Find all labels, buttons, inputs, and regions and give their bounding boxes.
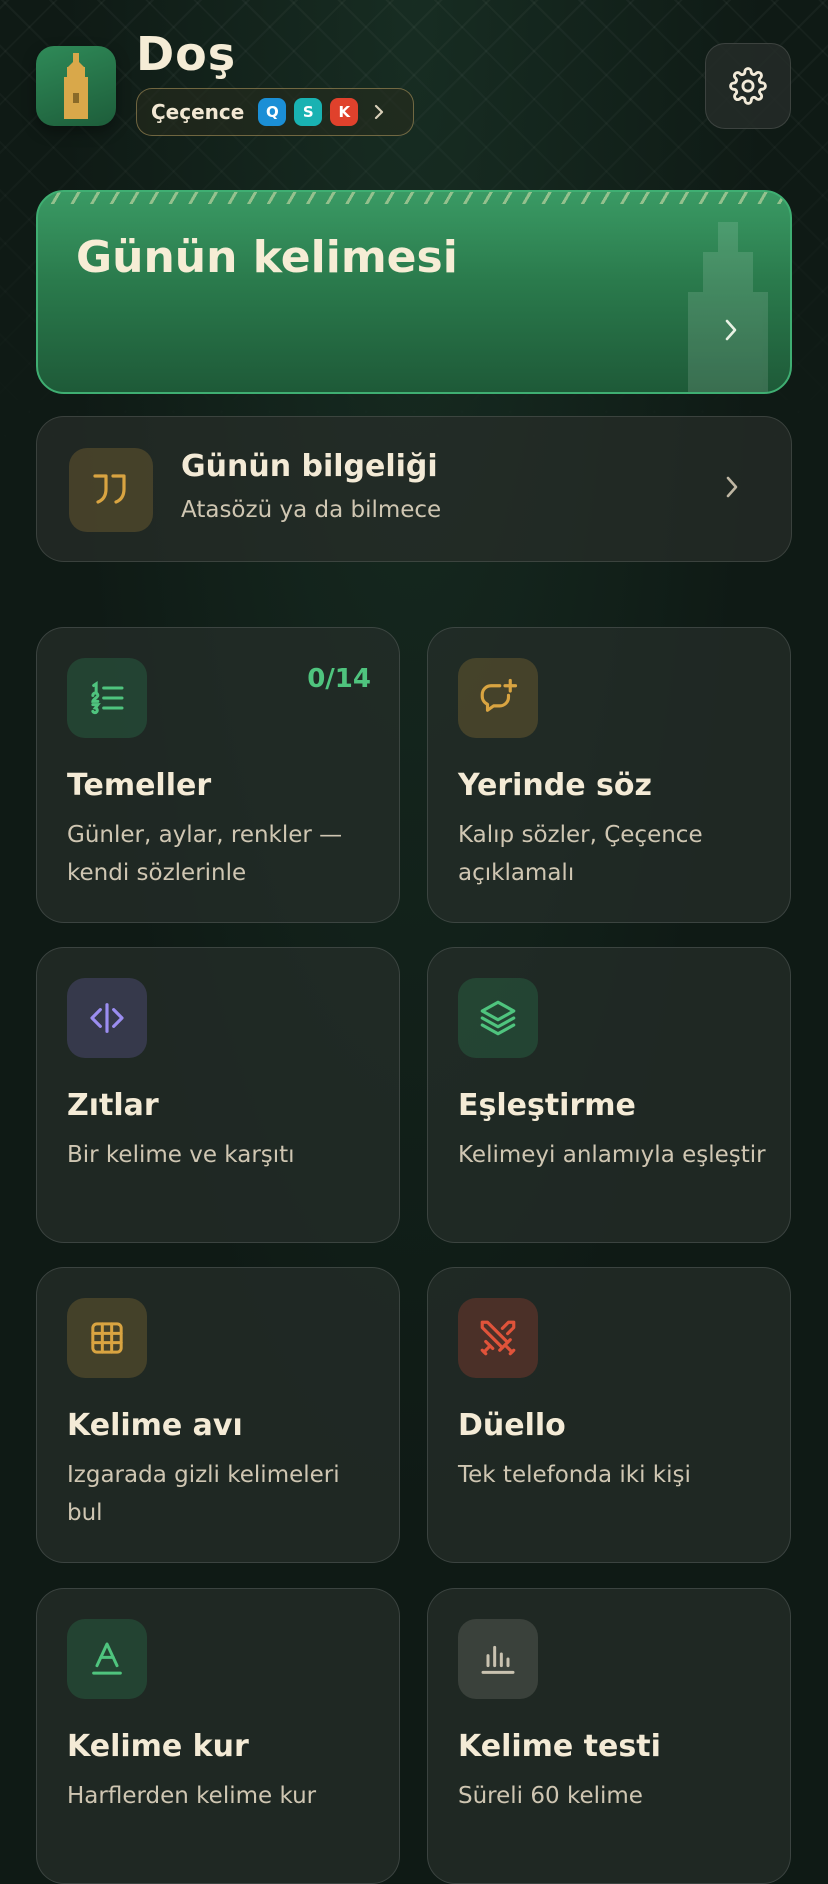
tower-icon (64, 53, 88, 119)
list-numbered-icon (91, 681, 124, 715)
badge-q: Q (258, 98, 287, 126)
card-description: Izgarada gizli kelimeleri bul (67, 1462, 340, 1526)
card-title: Temeller (67, 768, 212, 803)
card-yerinde-soz[interactable]: Yerinde söz Kalıp sözler, Çeçence açıkla… (427, 627, 791, 923)
card-description: Süreli 60 kelime (458, 1783, 643, 1809)
opposites-icon-tile (67, 978, 147, 1058)
app-logo (36, 46, 116, 126)
card-title: Eşleştirme (458, 1088, 636, 1123)
wisdom-title: Günün bilgeliği (181, 449, 438, 484)
letter-a-icon (92, 1642, 122, 1675)
card-description: Bir kelime ve karşıtı (67, 1142, 295, 1168)
app-title: Doş (136, 27, 237, 81)
decorative-stripes (38, 192, 790, 204)
card-title: Zıtlar (67, 1088, 159, 1123)
wisdom-of-the-day-card[interactable]: Günün bilgeliği Atasözü ya da bilmece (36, 416, 792, 562)
bar-chart-icon (481, 1645, 515, 1674)
word-of-the-day-card[interactable]: Günün kelimesi (36, 190, 792, 394)
opposites-icon (90, 1003, 124, 1033)
language-selector[interactable]: Çeçence Q S K (136, 88, 414, 136)
card-eslestirme[interactable]: Eşleştirme Kelimeyi anlamıyla eşleştir (427, 947, 791, 1243)
card-description: Harflerden kelime kur (67, 1783, 317, 1809)
progress-counter: 0/14 (307, 664, 371, 694)
quote-icon (93, 474, 126, 504)
card-kelime-testi[interactable]: Kelime testi Süreli 60 kelime (427, 1588, 791, 1884)
card-description: Kelimeyi anlamıyla eşleştir (458, 1142, 766, 1168)
chat-plus-icon (480, 678, 518, 712)
wisdom-subtitle: Atasözü ya da bilmece (181, 497, 442, 523)
grid-icon-tile (67, 1298, 147, 1378)
grid-icon (91, 1322, 123, 1354)
chevron-right-icon (725, 319, 737, 341)
chevron-right-icon (372, 103, 386, 121)
card-kelime-avi[interactable]: Kelime avı Izgarada gizli kelimeleri bul (36, 1267, 400, 1563)
badge-k: K (330, 98, 359, 126)
letter-a-icon-tile (67, 1619, 147, 1699)
card-kelime-kur[interactable]: Kelime kur Harflerden kelime kur (36, 1588, 400, 1884)
card-title: Kelime kur (67, 1729, 249, 1764)
crossed-swords-icon (480, 1320, 516, 1356)
card-temeller[interactable]: 0/14 Temeller Günler, aylar, renkler — k… (36, 627, 400, 923)
tower-watermark-icon (688, 222, 768, 392)
card-title: Kelime avı (67, 1408, 243, 1443)
word-of-the-day-title: Günün kelimesi (76, 232, 458, 283)
card-description: Kalıp sözler, Çeçence açıklamalı (458, 822, 703, 886)
language-label: Çeçence (151, 100, 245, 124)
quote-icon-tile (69, 448, 153, 532)
gear-icon (729, 67, 767, 105)
crossed-swords-icon-tile (458, 1298, 538, 1378)
layers-icon-tile (458, 978, 538, 1058)
card-duello[interactable]: Düello Tek telefonda iki kişi (427, 1267, 791, 1563)
card-title: Yerinde söz (458, 768, 652, 803)
card-title: Düello (458, 1408, 566, 1443)
chevron-right-icon (726, 476, 738, 498)
card-zitlar[interactable]: Zıtlar Bir kelime ve karşıtı (36, 947, 400, 1243)
card-description: Günler, aylar, renkler — kendi sözlerinl… (67, 822, 343, 886)
badge-s: S (294, 98, 323, 126)
bar-chart-icon-tile (458, 1619, 538, 1699)
card-description: Tek telefonda iki kişi (458, 1462, 691, 1488)
layers-icon (480, 1000, 516, 1036)
card-title: Kelime testi (458, 1729, 661, 1764)
settings-button[interactable] (705, 43, 791, 129)
list-numbered-icon-tile (67, 658, 147, 738)
chat-plus-icon-tile (458, 658, 538, 738)
